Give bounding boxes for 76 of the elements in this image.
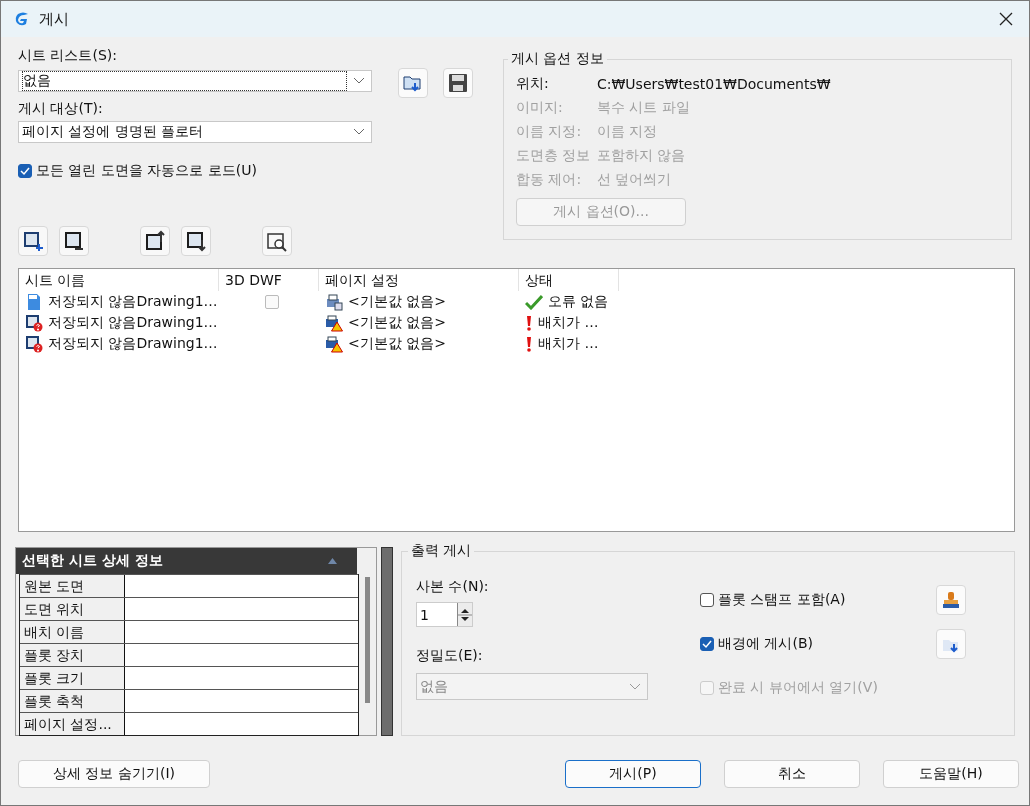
- info-label: 이름 지정:: [516, 123, 583, 141]
- detail-label: 도면 위치: [20, 598, 125, 620]
- sheet-name: 저장되지 않음Drawing1…: [48, 313, 218, 332]
- add-sheet-icon[interactable]: [18, 226, 48, 256]
- sheet-name: 저장되지 않음Drawing1…: [48, 334, 218, 353]
- close-icon: [999, 12, 1013, 26]
- layout-question-icon: [25, 334, 43, 353]
- option-checkbox[interactable]: 배경에 게시(B): [700, 635, 813, 653]
- sheet-list-dropdown[interactable]: 없음: [18, 69, 372, 92]
- detail-label: 플롯 크기: [20, 667, 125, 689]
- checkmark-icon: [19, 165, 31, 177]
- detail-label: 페이지 설정...: [20, 713, 125, 735]
- info-value: 선 덮어씌기: [597, 171, 672, 189]
- detail-label: 플롯 축척: [20, 690, 125, 712]
- column-header[interactable]: 페이지 설정: [319, 269, 519, 291]
- info-value: C:₩Users₩test01₩Documents₩: [597, 76, 831, 92]
- 3d-dwf-checkbox[interactable]: [265, 294, 279, 309]
- chevron-down-icon: [629, 682, 641, 691]
- chevron-down-icon: [353, 128, 365, 136]
- copies-label: 사본 수(N):: [416, 578, 490, 596]
- info-label: 위치:: [516, 75, 550, 93]
- window-title: 게시: [39, 9, 69, 29]
- printer-icon: [325, 292, 343, 311]
- dialog-button[interactable]: 게시(P): [565, 760, 701, 788]
- folder-download-icon[interactable]: [936, 629, 966, 659]
- checkmark-icon: [701, 638, 713, 650]
- dwf-file-icon: [25, 292, 43, 311]
- checkmark-icon: [525, 293, 543, 310]
- details-header[interactable]: 선택한 시트 상세 정보: [16, 548, 357, 574]
- page-setup-text: <기본값 없음>: [348, 292, 446, 311]
- splitter-bar[interactable]: [381, 547, 393, 736]
- column-header[interactable]: 상태: [519, 269, 619, 291]
- save-icon[interactable]: [443, 68, 473, 98]
- load-folder-icon[interactable]: [398, 68, 428, 98]
- move-down-icon[interactable]: [181, 226, 211, 256]
- move-up-icon[interactable]: [140, 226, 170, 256]
- detail-label: 배치 이름: [20, 621, 125, 643]
- scrollbar[interactable]: [365, 577, 370, 703]
- status-text: 배치가 …: [538, 313, 599, 332]
- status-text: 배치가 …: [538, 334, 599, 353]
- layout-question-icon: [25, 313, 43, 332]
- detail-label: 원본 도면: [20, 575, 125, 597]
- column-header[interactable]: 시트 이름: [19, 269, 219, 291]
- detail-label: 플롯 장치: [20, 644, 125, 666]
- info-label: 이미지:: [516, 99, 564, 117]
- info-label: 합동 제어:: [516, 171, 583, 189]
- publish-to-label: 게시 대상(T):: [18, 100, 104, 118]
- column-header[interactable]: 3D DWF: [219, 269, 319, 291]
- preview-icon[interactable]: [262, 226, 292, 256]
- option-checkbox[interactable]: 플롯 스탬프 포함(A): [700, 591, 846, 609]
- dialog-button[interactable]: 도움말(H): [883, 760, 1019, 788]
- printer-warning-icon: [325, 334, 343, 353]
- group-title: 게시 옵션 정보: [510, 50, 605, 68]
- stamp-icon[interactable]: [936, 585, 966, 615]
- exclamation-icon: [525, 314, 533, 331]
- precision-label: 정밀도(E):: [416, 647, 484, 665]
- status-text: 오류 없음: [548, 292, 609, 311]
- page-setup-text: <기본값 없음>: [348, 313, 446, 332]
- exclamation-icon: [525, 335, 533, 352]
- info-value: 포함하지 않음: [597, 147, 686, 165]
- page-setup-text: <기본값 없음>: [348, 334, 446, 353]
- remove-sheet-icon[interactable]: [59, 226, 89, 256]
- sheet-list-label: 시트 리스트(S):: [18, 47, 118, 65]
- collapse-arrow-icon: [328, 558, 337, 564]
- info-value: 이름 지정: [597, 123, 658, 141]
- publish-to-dropdown[interactable]: 페이지 설정에 명명된 플로터: [18, 121, 372, 143]
- dialog-button[interactable]: 상세 정보 숨기기(I): [18, 760, 210, 788]
- sheet-name: 저장되지 않음Drawing1…: [48, 292, 218, 311]
- chevron-down-icon: [353, 76, 365, 85]
- printer-warning-icon: [325, 313, 343, 332]
- copies-spinner[interactable]: 1: [416, 602, 473, 627]
- info-label: 도면층 정보: [516, 147, 592, 165]
- group-title: 출력 게시: [410, 542, 473, 560]
- dialog-button[interactable]: 취소: [724, 760, 860, 788]
- info-value: 복수 시트 파일: [597, 99, 690, 117]
- auto-load-checkbox[interactable]: 모든 열린 도면을 자동으로 로드(U): [18, 162, 257, 180]
